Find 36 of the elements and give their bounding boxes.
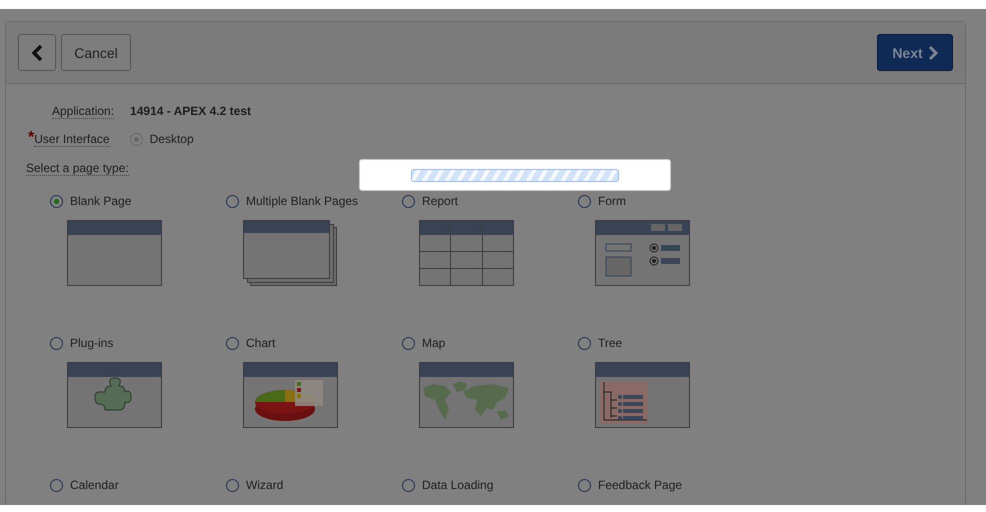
radio-button[interactable] [578,194,591,208]
back-button[interactable] [18,34,56,71]
application-value: 14914 - APEX 4.2 test [130,104,252,118]
radio-button[interactable] [50,194,63,208]
radio-button[interactable] [578,336,591,350]
radio-button[interactable] [578,478,591,492]
next-button[interactable]: Next [877,34,953,71]
radio-button[interactable] [226,194,239,208]
radio-label: Feedback Page [598,478,682,492]
radio-button[interactable] [50,336,63,350]
page-type-label: Select a page type: [26,161,129,176]
radio-label: Data Loading [422,478,494,492]
user-interface-label: User Interface [34,132,110,146]
radio-label: Tree [598,336,622,350]
chevron-right-icon [928,44,938,60]
radio-label: Chart [246,336,276,350]
radio-button[interactable] [226,336,239,350]
radio-button[interactable] [402,478,415,492]
required-asterisk: * [28,129,34,147]
radio-label: Wizard [246,478,284,492]
radio-button[interactable] [402,194,415,208]
cancel-button[interactable]: Cancel [61,34,131,71]
radio-button[interactable] [402,336,415,350]
radio-button[interactable] [130,132,143,146]
radio-button[interactable] [226,478,239,492]
chevron-left-icon [31,44,43,62]
radio-button[interactable] [50,478,63,492]
radio-label: Blank Page [70,194,132,208]
radio-label: Report [422,194,458,208]
radio-label: Form [598,194,626,208]
radio-label: Plug-ins [70,336,114,350]
radio-label: Calendar [70,478,119,492]
radio-label: Map [422,336,446,350]
application-label: Application: [52,104,114,118]
radio-label: Multiple Blank Pages [246,194,358,208]
radio-label: Desktop [150,132,194,146]
